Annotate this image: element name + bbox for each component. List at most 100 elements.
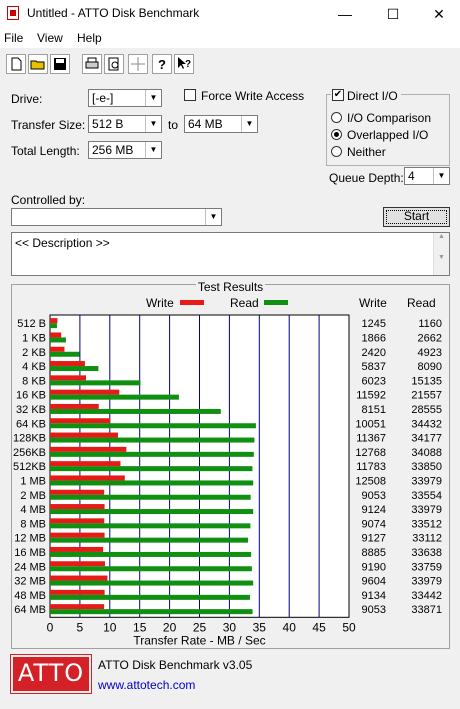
write-value: 8151 [362,404,386,416]
read-bar [50,451,254,457]
write-value: 9124 [362,504,386,516]
x-tick-label: 40 [283,620,297,634]
write-bar [50,604,105,610]
read-value: 33979 [411,576,442,588]
read-bar [50,351,80,357]
y-category-label: 2 MB [20,490,46,502]
write-bar [50,589,105,595]
write-bar [50,361,85,367]
website-link[interactable]: www.attotech.com [98,678,195,692]
y-category-label: 256KB [13,447,46,459]
write-value: 5837 [362,361,386,373]
write-value: 10051 [355,418,386,430]
write-value: 9190 [362,561,386,573]
write-value: 11367 [356,433,386,445]
read-bar [50,594,250,600]
x-tick-label: 30 [223,620,237,634]
read-bar [50,509,254,515]
y-category-label: 512 B [17,318,46,330]
write-value: 11783 [356,461,386,473]
x-tick-label: 15 [133,620,147,634]
write-value: 2420 [362,347,386,359]
read-bar [50,566,252,572]
write-value: 1245 [362,318,386,330]
column-header-write: Write [359,296,387,310]
read-value: 34432 [411,418,442,430]
y-category-label: 128KB [13,433,46,445]
y-category-label: 2 KB [22,347,46,359]
write-bar [50,475,125,481]
write-value: 8885 [362,547,386,559]
read-value: 33871 [411,604,442,616]
read-bar [50,494,251,500]
write-bar [50,532,105,538]
read-value: 33442 [411,590,442,602]
write-value: 12508 [355,475,386,487]
read-value: 8090 [418,361,442,373]
write-value: 9053 [362,490,386,502]
legend-read-swatch [264,300,288,305]
read-bar [50,480,254,486]
read-value: 21557 [411,390,442,402]
x-tick-label: 20 [163,620,177,634]
read-value: 33759 [411,561,442,573]
read-bar [50,466,253,472]
read-bar [50,380,141,386]
write-bar [50,346,65,352]
write-bar [50,489,105,495]
y-category-label: 32 MB [14,576,46,588]
read-bar [50,551,252,557]
read-value: 15135 [411,375,442,387]
read-bar [50,394,179,400]
x-tick-label: 10 [103,620,117,634]
y-category-label: 512KB [13,461,46,473]
read-value: 33638 [411,547,442,559]
read-value: 33850 [411,461,442,473]
write-bar [50,389,120,395]
read-value: 33979 [411,475,442,487]
legend-read-label: Read [230,296,259,310]
read-value: 33512 [411,518,442,530]
write-value: 9604 [362,576,386,588]
write-bar [50,432,118,438]
y-category-label: 8 KB [22,375,46,387]
read-bar [50,437,255,443]
y-category-label: 4 KB [22,361,46,373]
write-value: 1866 [362,332,386,344]
write-bar [50,546,104,552]
read-bar [50,523,251,529]
read-value: 34088 [411,447,442,459]
write-bar [50,504,105,510]
read-bar [50,423,256,429]
write-bar [50,332,62,338]
results-chart: Write Read Write Read 0 5 10 15 20 25 30 35 40 45 50 Tr… [13,296,442,647]
y-category-label: 8 MB [20,518,46,530]
x-axis-label: Transfer Rate - MB / Sec [133,633,265,647]
y-category-label: 4 MB [20,504,46,516]
write-value: 9127 [362,533,386,545]
y-category-label: 64 KB [16,418,46,430]
read-bar [50,408,221,414]
read-bar [50,366,99,372]
x-tick-label: 35 [253,620,267,634]
y-category-label: 12 MB [14,533,46,545]
y-category-label: 48 MB [14,590,46,602]
write-value: 9074 [362,518,386,530]
read-value: 4923 [418,347,442,359]
read-value: 33554 [411,490,442,502]
write-bar [50,461,121,467]
y-category-label: 24 MB [14,561,46,573]
write-bar [50,518,105,524]
read-value: 1160 [418,318,442,330]
y-category-label: 16 MB [14,547,46,559]
product-name: ATTO Disk Benchmark v3.05 [98,658,253,672]
write-value: 9053 [362,604,386,616]
y-category-label: 32 KB [16,404,46,416]
write-value: 9134 [362,590,386,602]
write-bar [50,403,99,409]
write-bar [50,561,105,567]
column-header-read: Read [407,296,436,310]
write-bar [50,446,127,452]
read-value: 33979 [411,504,442,516]
read-bar [50,323,57,329]
